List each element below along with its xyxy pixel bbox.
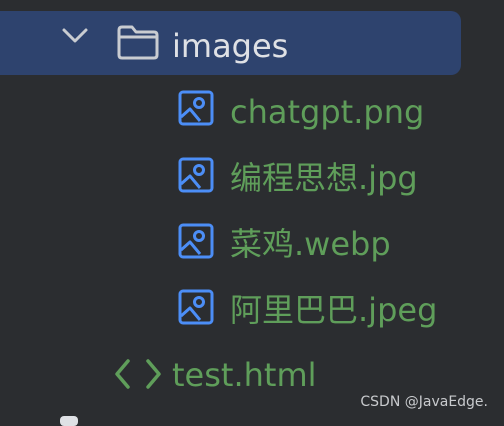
partial-icon [60,416,78,426]
image-file-icon [178,289,214,325]
file-name: 菜鸡.webp [230,225,391,263]
file-name: 编程思想.jpg [230,159,418,197]
file-name: 阿里巴巴.jpeg [230,291,438,329]
folder-icon [117,25,159,60]
project-file-tree: images chatgpt.png 编程思想.jpg 菜鸡.webp 阿里巴巴… [0,0,504,426]
image-file-icon [178,157,214,193]
watermark: CSDN @JavaEdge. [360,394,488,410]
image-file-icon [178,223,214,259]
file-name: test.html [172,356,317,394]
code-icon [115,359,161,389]
file-name: chatgpt.png [230,93,425,131]
image-file-icon [178,90,214,126]
chevron-down-icon[interactable] [60,26,90,46]
folder-name: images [172,27,289,65]
